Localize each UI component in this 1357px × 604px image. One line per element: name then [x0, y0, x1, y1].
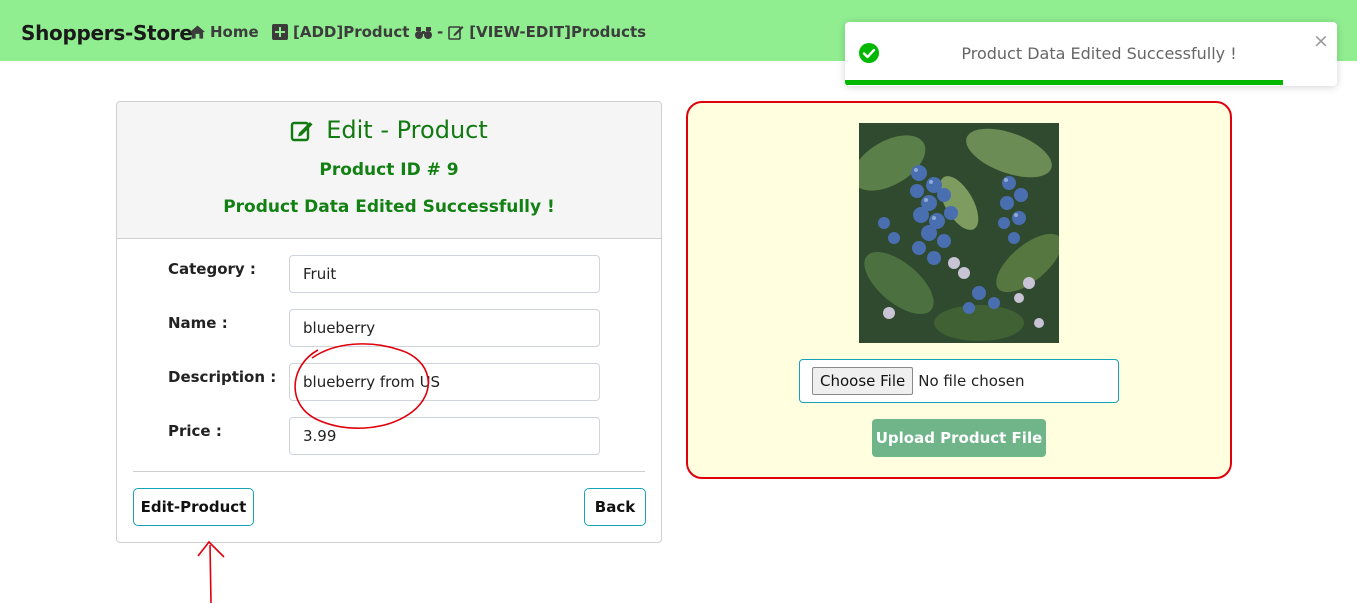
category-label: Category : [168, 260, 256, 278]
edit-icon [291, 121, 313, 142]
nav-view-edit-products-label: [VIEW-EDIT]Products [469, 23, 647, 41]
product-image [859, 123, 1059, 343]
description-label: Description : [168, 368, 277, 386]
blueberry-photo [859, 123, 1059, 343]
nav-view-edit-products-link[interactable]: - [VIEW-EDIT]Products [415, 23, 646, 41]
toast-notification: Product Data Edited Successfully ! × [845, 22, 1337, 86]
file-input[interactable]: Choose File No file chosen [799, 359, 1119, 403]
price-input[interactable]: 3.99 [289, 417, 600, 455]
toast-close-icon[interactable]: × [1313, 32, 1329, 51]
success-message: Product Data Edited Successfully ! [223, 197, 555, 217]
nav-view-separator: - [437, 23, 444, 41]
name-input[interactable]: blueberry [289, 309, 600, 347]
choose-file-button[interactable]: Choose File [812, 367, 914, 395]
upload-product-file-button[interactable]: Upload Product File [872, 419, 1046, 457]
back-button[interactable]: Back [584, 488, 646, 526]
category-input[interactable]: Fruit [289, 255, 600, 293]
edit-product-card: Edit - Product Product ID # 9 Product Da… [116, 101, 662, 543]
edit-card-header: Edit - Product Product ID # 9 Product Da… [117, 102, 661, 239]
name-label: Name : [168, 314, 228, 332]
nav-add-product-label: [ADD]Product [293, 23, 410, 41]
brand-logo[interactable]: Shoppers-Store [21, 21, 193, 45]
form-divider [133, 471, 645, 472]
annotation-arrow [197, 540, 225, 604]
price-label: Price : [168, 422, 222, 440]
file-status: No file chosen [918, 372, 1025, 390]
edit-card-title-text: Edit - Product [326, 116, 488, 144]
plus-square-icon [272, 24, 288, 40]
toast-message: Product Data Edited Successfully ! [961, 44, 1237, 63]
toast-progress-bar [845, 80, 1283, 85]
nav-home-link[interactable]: Home [190, 23, 259, 41]
binoculars-icon [415, 26, 432, 39]
edit-icon [448, 26, 464, 40]
home-icon [190, 25, 205, 39]
nav-add-product-link[interactable]: [ADD]Product [272, 23, 409, 41]
description-input[interactable]: blueberry from US [289, 363, 600, 401]
product-id: Product ID # 9 [319, 160, 459, 180]
edit-card-title: Edit - Product [117, 116, 661, 144]
edit-product-button[interactable]: Edit-Product [133, 488, 254, 526]
upload-card: Choose File No file chosen Upload Produc… [686, 101, 1232, 479]
nav-home-label: Home [210, 23, 259, 41]
